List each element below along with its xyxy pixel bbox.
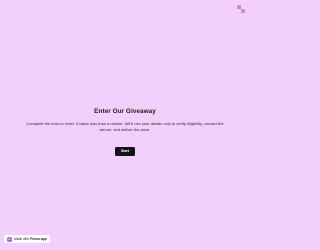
form-title: Enter Our Giveaway <box>94 108 156 115</box>
form-description: Complete the form to enter. It takes les… <box>26 121 224 132</box>
made-with-badge[interactable]: Made with Fermo.app <box>4 235 50 243</box>
brand-logo-icon <box>7 236 12 242</box>
badge-brand: Fermo.app <box>29 237 47 241</box>
badge-label: Made with Fermo.app <box>14 237 47 241</box>
start-button[interactable]: Start <box>114 147 136 157</box>
badge-prefix: Made with <box>14 237 30 241</box>
brand-logo-icon <box>237 5 245 13</box>
form-intro: Enter Our Giveaway Complete the form to … <box>0 108 250 157</box>
